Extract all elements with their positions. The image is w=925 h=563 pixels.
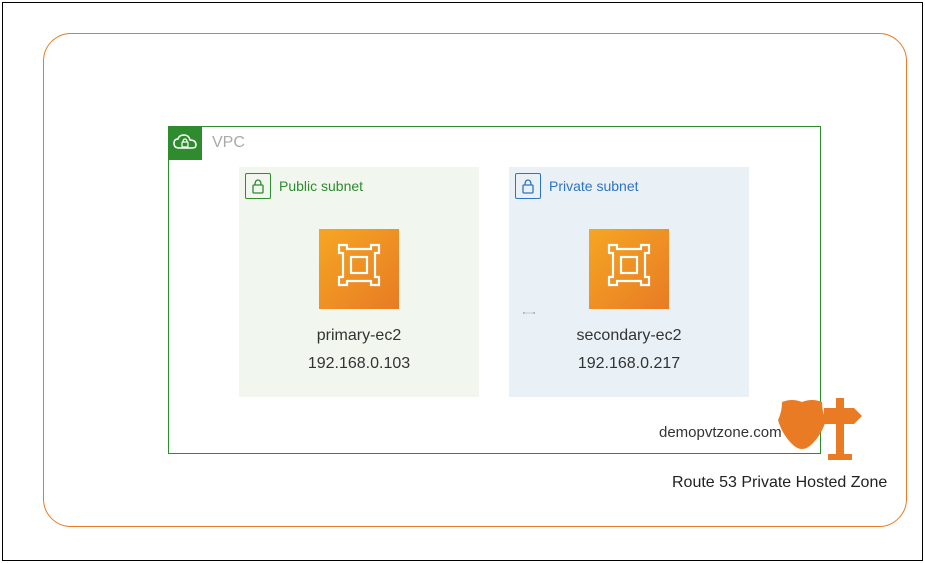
public-subnet-label: Public subnet [279,178,363,194]
route53-domain-name: demopvtzone.com [659,424,782,441]
ec2-instance-icon [589,229,669,309]
diagram-frame: VPC Public subnet [2,2,923,561]
private-subnet: Private subnet secondary-ec2 192.168.0.2… [509,167,749,397]
vpc-label: VPC [212,134,245,152]
public-subnet: Public subnet primary-ec2 192.168.0.103 [239,167,479,397]
bidirectional-arrow-icon [469,312,589,314]
primary-ec2-name: primary-ec2 [239,327,479,345]
vpc-container: VPC Public subnet [168,126,821,454]
vpc-header: VPC [168,126,245,160]
secondary-ec2-name: secondary-ec2 [509,327,749,345]
secondary-ec2-ip: 192.168.0.217 [509,355,749,373]
private-subnet-lock-icon [515,173,541,199]
private-subnet-header: Private subnet [515,173,639,199]
primary-ec2-ip: 192.168.0.103 [239,355,479,373]
public-subnet-header: Public subnet [245,173,363,199]
public-subnet-lock-icon [245,173,271,199]
private-subnet-label: Private subnet [549,178,639,194]
route53-label: Route 53 Private Hosted Zone [672,474,887,492]
ec2-instance-icon [319,229,399,309]
vpc-cloud-icon [168,126,202,160]
route53-service-icon [774,394,866,466]
aws-region-container: VPC Public subnet [43,33,907,527]
